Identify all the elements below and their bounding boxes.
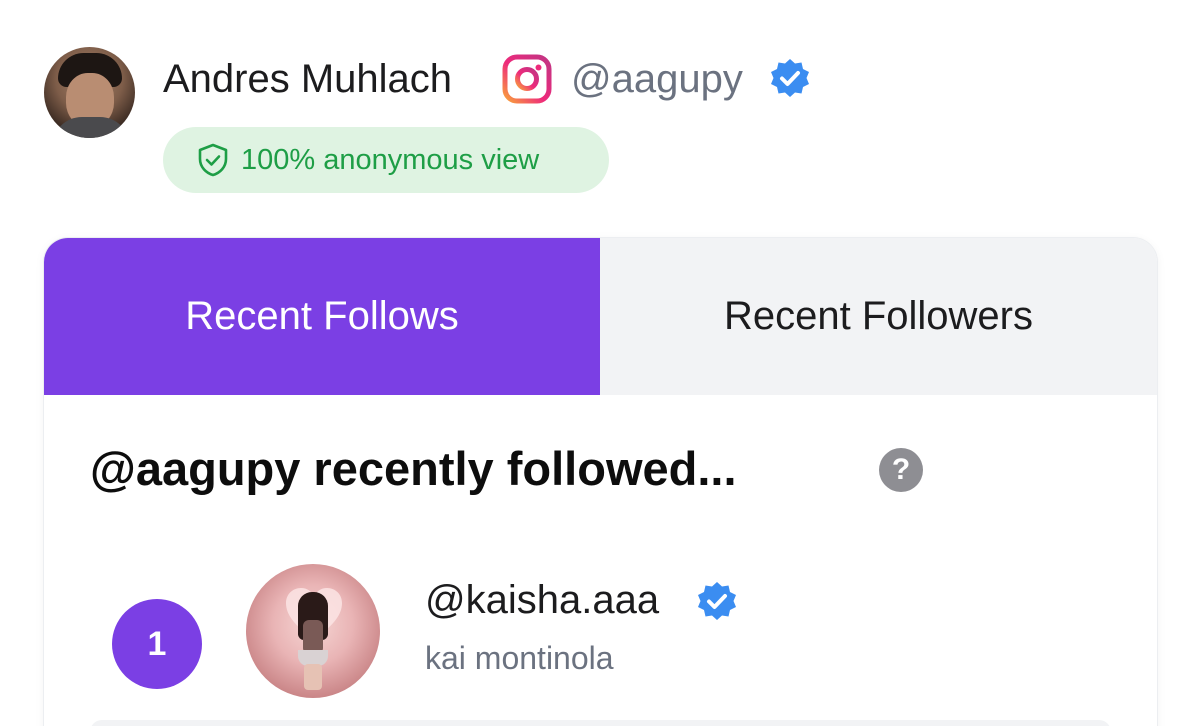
avatar[interactable] <box>246 564 380 698</box>
verified-badge-icon <box>698 582 736 620</box>
item-display-name: kai montinola <box>425 640 614 676</box>
instagram-icon[interactable] <box>502 54 552 104</box>
anonymous-view-label: 100% anonymous view <box>241 143 540 176</box>
profile-handle[interactable]: @aagupy <box>571 55 743 103</box>
page: Andres Muhlach @aagupy 100% anonymous vi… <box>0 0 1200 726</box>
profile-avatar[interactable] <box>44 47 135 138</box>
anonymous-view-badge: 100% anonymous view <box>163 127 609 193</box>
rank-badge: 1 <box>112 599 202 689</box>
section-title: @aagupy recently followed... <box>90 442 737 495</box>
tab-recent-followers[interactable]: Recent Followers <box>600 238 1157 395</box>
figure-legs <box>304 664 322 690</box>
list-item[interactable]: 1 @kaisha.aaa kai montinola <box>44 558 1157 708</box>
tab-bar: Recent Follows Recent Followers <box>44 238 1157 395</box>
item-handle[interactable]: @kaisha.aaa <box>425 576 659 624</box>
next-list-item <box>90 720 1111 726</box>
verified-badge-icon <box>771 59 809 97</box>
profile-name: Andres Muhlach <box>163 57 453 101</box>
avatar-shirt <box>52 117 130 138</box>
shield-check-icon <box>198 143 228 177</box>
help-icon[interactable]: ? <box>879 448 923 492</box>
follows-card: Recent Follows Recent Followers @aagupy … <box>44 238 1157 726</box>
figure-body <box>303 620 323 654</box>
tab-recent-follows[interactable]: Recent Follows <box>44 238 600 395</box>
